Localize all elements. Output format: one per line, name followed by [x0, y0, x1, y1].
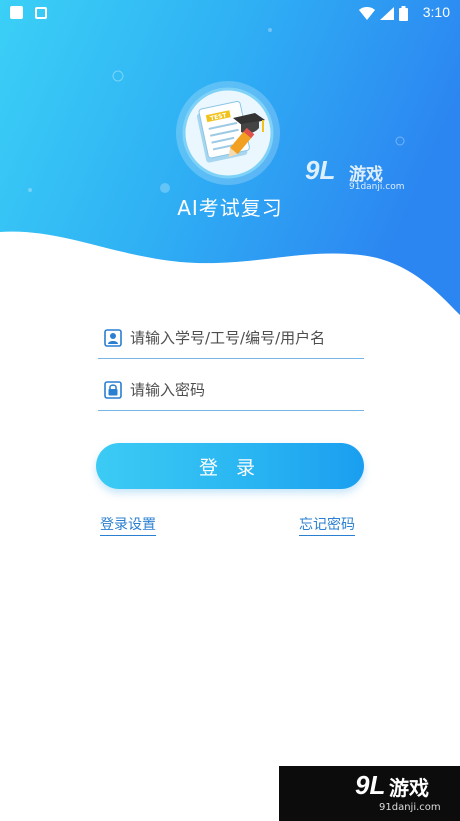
- watermark-logo: 9L: [305, 155, 336, 185]
- watermark-url: 91danji.com: [349, 182, 405, 192]
- wifi-icon: [359, 7, 375, 20]
- lock-icon: [104, 381, 122, 399]
- signal-icon: [380, 7, 394, 20]
- watermark-bottom: 9L 游戏 91danji.com: [279, 766, 460, 821]
- login-button[interactable]: 登 录: [96, 443, 364, 489]
- app-title: AI考试复习: [177, 196, 283, 220]
- password-field: [98, 370, 364, 411]
- forgot-password-link[interactable]: 忘记密码: [299, 514, 355, 536]
- app-logo: TEST: [175, 80, 281, 186]
- password-input[interactable]: [130, 376, 360, 404]
- username-field: [98, 318, 364, 359]
- watermark-bottom-logo: 9L: [355, 770, 386, 800]
- username-input[interactable]: [130, 324, 360, 352]
- app-notification-icon: [10, 6, 23, 19]
- watermark-top: 9L 游戏 91danji.com: [305, 155, 405, 195]
- watermark-bottom-name: 游戏: [389, 776, 429, 800]
- battery-icon: [399, 6, 408, 21]
- image-notification-icon: [35, 7, 47, 19]
- watermark-bottom-url: 91danji.com: [379, 802, 441, 813]
- status-bar: 3:10: [0, 0, 460, 26]
- user-icon: [104, 329, 122, 347]
- clock: 3:10: [422, 4, 450, 20]
- login-settings-link[interactable]: 登录设置: [100, 514, 156, 536]
